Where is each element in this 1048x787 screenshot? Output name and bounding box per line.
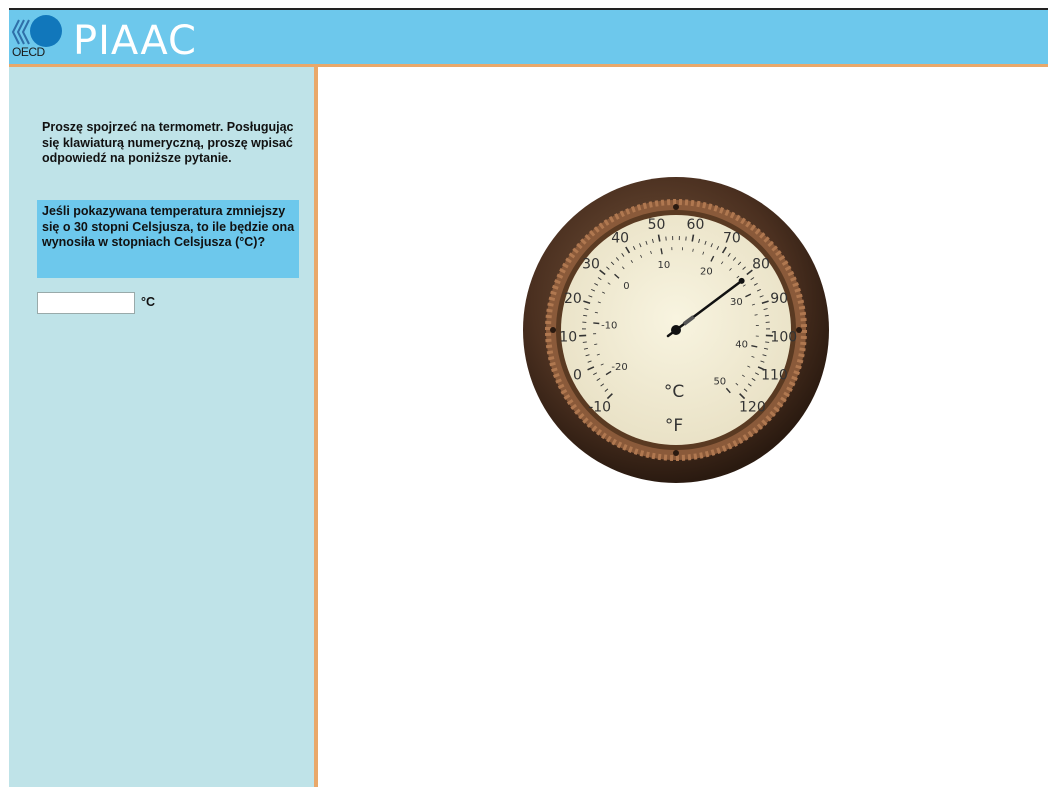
fahrenheit-scale-label: 20 [564, 291, 582, 307]
fahrenheit-scale-label: 70 [723, 231, 741, 247]
fahrenheit-scale-label: 100 [770, 330, 797, 346]
fahrenheit-scale-label: 30 [582, 256, 600, 272]
celsius-unit-label: °C [664, 382, 684, 402]
needle-tip [738, 277, 745, 284]
celsius-scale-label: 10 [658, 260, 671, 271]
oecd-logo-text: OECD [12, 45, 45, 59]
celsius-scale-label: 30 [730, 297, 743, 308]
rim-screw-top [673, 204, 679, 210]
celsius-scale-label: 0 [623, 281, 629, 292]
celsius-tick [594, 343, 598, 345]
fahrenheit-scale-label: 50 [648, 217, 666, 233]
rim-screw-left [550, 327, 556, 333]
celsius-scale-label: -10 [601, 320, 617, 331]
stimulus-area: -10 0 10 20 30 40 50 60 70 80 90 100 110 120 -20 -10 0 1… [318, 67, 1048, 787]
fahrenheit-scale-label: 60 [687, 217, 705, 233]
fahrenheit-scale-label: 90 [770, 291, 788, 307]
needle-pivot [671, 325, 681, 335]
oecd-logo: OECD [9, 10, 69, 66]
app-header: OECD PIAAC [9, 8, 1048, 66]
fahrenheit-scale-label: 120 [739, 399, 766, 415]
fahrenheit-scale-label: 0 [573, 367, 582, 383]
fahrenheit-unit-label: °F [665, 416, 683, 436]
task-instructions: Proszę spojrzeć na termometr. Posługując… [42, 120, 294, 165]
celsius-scale-label: 50 [713, 377, 726, 388]
fahrenheit-scale-label: 80 [752, 256, 770, 272]
fahrenheit-scale-label: -10 [588, 399, 611, 415]
fahrenheit-tick [765, 341, 770, 343]
celsius-tick [754, 314, 758, 316]
celsius-scale-label: 20 [700, 266, 713, 277]
task-question: Jeśli pokazywana temperatura zmniejszy s… [37, 200, 299, 278]
celsius-tick [593, 322, 600, 325]
celsius-scale-label: 40 [735, 340, 748, 351]
answer-input[interactable] [37, 292, 135, 314]
window-left-edge [0, 0, 9, 787]
fahrenheit-scale-label: 40 [611, 231, 629, 247]
answer-unit-label: °C [141, 295, 156, 309]
fahrenheit-scale-label: 110 [761, 367, 788, 383]
fahrenheit-tick [764, 314, 769, 317]
celsius-scale-label: -20 [611, 362, 627, 373]
fahrenheit-tick [583, 314, 588, 317]
fahrenheit-tick [582, 341, 587, 343]
task-sidebar: Proszę spojrzeć na termometr. Posługując… [9, 67, 314, 787]
fahrenheit-scale-label: 10 [559, 330, 577, 346]
rim-screw-bottom [673, 450, 679, 456]
app-brand-title: PIAAC [73, 18, 197, 64]
thermometer-dial: -10 0 10 20 30 40 50 60 70 80 90 100 110 120 -20 -10 0 1… [521, 175, 831, 485]
